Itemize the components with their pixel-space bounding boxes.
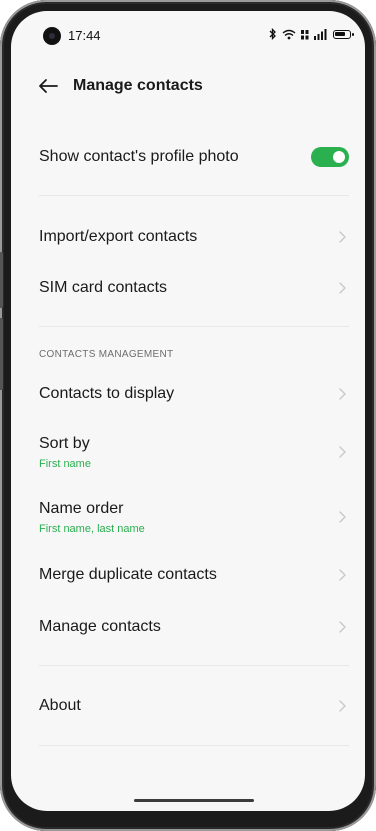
app-header: Manage contacts — [11, 69, 365, 105]
manage-contacts-row[interactable]: Manage contacts — [39, 605, 349, 649]
chevron-right-icon — [339, 231, 346, 243]
divider — [39, 326, 349, 327]
sim-contacts-row[interactable]: SIM card contacts — [39, 266, 349, 310]
chevron-right-icon — [339, 511, 346, 523]
page-title: Manage contacts — [73, 77, 203, 94]
device-frame: 17:44 Manage contacts Show contact's pro… — [0, 0, 376, 831]
profile-photo-label: Show contact's profile photo — [39, 148, 239, 165]
chevron-right-icon — [339, 388, 346, 400]
name-order-text: Name order First name, last name — [39, 500, 145, 535]
about-row[interactable]: About — [39, 684, 349, 728]
divider — [39, 745, 349, 746]
home-indicator[interactable] — [134, 799, 254, 802]
divider — [39, 665, 349, 666]
contacts-to-display-label: Contacts to display — [39, 385, 175, 402]
chevron-right-icon — [339, 621, 346, 633]
chevron-right-icon — [339, 446, 346, 458]
arrow-left-icon — [39, 79, 58, 93]
name-order-value: First name, last name — [39, 522, 145, 535]
battery-icon — [333, 29, 354, 39]
sort-by-row[interactable]: Sort by First name — [39, 426, 349, 478]
profile-photo-row[interactable]: Show contact's profile photo — [39, 135, 349, 179]
bluetooth-icon — [269, 28, 276, 40]
name-order-row[interactable]: Name order First name, last name — [39, 491, 349, 543]
chevron-right-icon — [339, 569, 346, 581]
import-export-row[interactable]: Import/export contacts — [39, 215, 349, 259]
name-order-label: Name order — [39, 499, 124, 517]
back-button[interactable] — [35, 73, 61, 99]
screen: 17:44 Manage contacts Show contact's pro… — [11, 11, 365, 811]
section-header-contacts-management: CONTACTS MANAGEMENT — [39, 349, 174, 360]
toggle-knob — [333, 151, 345, 163]
volume-down-button — [0, 318, 3, 390]
profile-photo-toggle[interactable] — [311, 147, 349, 167]
merge-duplicates-label: Merge duplicate contacts — [39, 566, 217, 583]
sim-contacts-label: SIM card contacts — [39, 279, 168, 296]
import-export-label: Import/export contacts — [39, 228, 198, 245]
chevron-right-icon — [339, 700, 346, 712]
sort-by-value: First name — [39, 457, 91, 470]
front-camera — [43, 27, 61, 45]
contacts-to-display-row[interactable]: Contacts to display — [39, 372, 349, 416]
merge-duplicates-row[interactable]: Merge duplicate contacts — [39, 553, 349, 597]
chevron-right-icon — [339, 282, 346, 294]
signal-icon — [314, 28, 327, 40]
manage-contacts-label: Manage contacts — [39, 618, 161, 635]
status-icons — [269, 28, 354, 40]
divider — [39, 195, 349, 196]
sort-by-text: Sort by First name — [39, 435, 91, 470]
status-time: 17:44 — [68, 28, 101, 43]
sort-by-label: Sort by — [39, 434, 90, 452]
status-bar: 17:44 — [11, 11, 365, 57]
wifi-icon — [282, 29, 296, 39]
volume-up-button — [0, 252, 3, 308]
about-label: About — [39, 697, 81, 714]
hd-icon — [301, 29, 309, 39]
